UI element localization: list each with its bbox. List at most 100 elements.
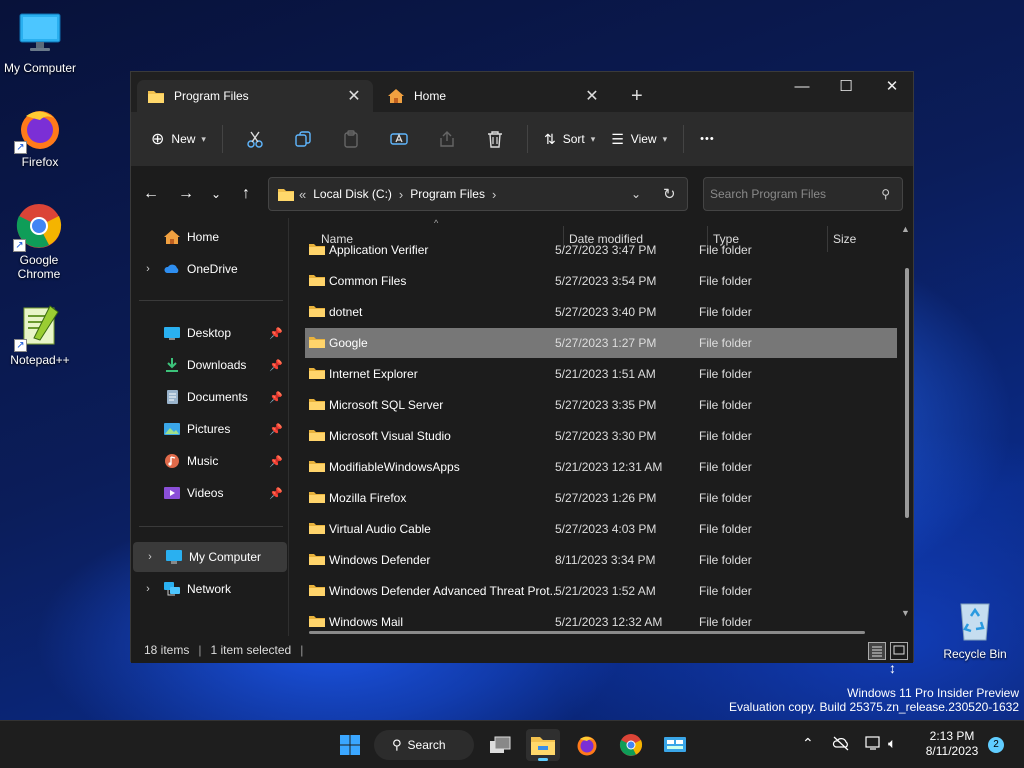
file-row[interactable]: Virtual Audio Cable 5/27/2023 4:03 PM File… — [305, 514, 897, 544]
nav-item-pictures[interactable]: Pictures 📌 — [131, 414, 287, 444]
file-row[interactable]: ModifiableWindowsApps 5/21/2023 12:31 AM F… — [305, 452, 897, 482]
copy-button[interactable] — [287, 121, 319, 157]
taskbar-control-panel[interactable] — [658, 729, 692, 761]
taskbar-chrome[interactable] — [614, 729, 648, 761]
nav-item-desktop[interactable]: Desktop 📌 — [131, 318, 287, 348]
file-row[interactable]: Windows Defender 8/11/2023 3:34 PM File fo… — [305, 545, 897, 575]
new-button[interactable]: ⊕ New ▾ — [143, 121, 214, 157]
task-view-button[interactable] — [483, 729, 517, 761]
nav-item-videos[interactable]: Videos 📌 — [131, 478, 287, 508]
nav-item-music[interactable]: Music 📌 — [131, 446, 287, 476]
back-button[interactable]: ← — [139, 184, 163, 204]
search-box[interactable]: ⚲ — [703, 177, 903, 211]
file-row[interactable]: Microsoft SQL Server 5/27/2023 3:35 PM Fil… — [305, 390, 897, 420]
file-row[interactable]: Internet Explorer 5/21/2023 1:51 AM File f… — [305, 359, 897, 389]
file-name-cell: Google — [309, 328, 559, 358]
scroll-down-arrow[interactable]: ▼ — [901, 608, 910, 618]
paste-button[interactable] — [335, 121, 367, 157]
file-row[interactable]: Mozilla Firefox 5/27/2023 1:26 PM File fol… — [305, 483, 897, 513]
desktop-icon-recycle-bin[interactable]: Recycle Bin — [935, 596, 1015, 661]
cloud-offline-icon[interactable] — [832, 735, 850, 754]
sort-button[interactable]: ⇅ Sort ▾ — [536, 121, 603, 157]
pin-icon: 📌 — [269, 359, 283, 372]
start-button[interactable] — [333, 729, 367, 761]
breadcrumb-chevron-icon[interactable]: › — [492, 187, 496, 202]
folder-icon — [309, 298, 325, 317]
forward-button[interactable]: → — [174, 184, 198, 204]
clipboard-icon — [344, 130, 358, 148]
nav-item-my-computer[interactable]: › My Computer — [133, 542, 287, 572]
breadcrumb-program-files[interactable]: Program Files — [410, 187, 485, 201]
address-overflow[interactable]: « — [299, 187, 306, 202]
file-date-modified: 5/27/2023 4:03 PM — [555, 522, 657, 536]
breadcrumb-local-disk[interactable]: Local Disk (C:) — [313, 187, 392, 201]
large-icons-view-button[interactable] — [890, 642, 908, 660]
file-row[interactable]: Application Verifier 5/27/2023 3:47 PM Fil… — [305, 235, 897, 265]
more-options-button[interactable]: ••• — [692, 121, 723, 157]
file-name-cell: Microsoft Visual Studio — [309, 421, 559, 451]
music-note-icon — [163, 453, 181, 469]
expand-chevron-icon[interactable]: › — [143, 551, 157, 563]
search-input[interactable] — [710, 187, 870, 201]
nav-item-label: Downloads — [187, 358, 247, 372]
network-status-icon[interactable] — [864, 735, 882, 754]
file-row[interactable]: Microsoft Visual Studio 5/27/2023 3:30 PM… — [305, 421, 897, 451]
scroll-up-arrow[interactable]: ▲ — [901, 224, 910, 234]
address-history-icon[interactable]: ⌄ — [631, 187, 641, 201]
tab-label: Home — [414, 89, 447, 103]
taskbar-search-button[interactable]: ⚲ Search — [374, 730, 474, 760]
new-tab-button[interactable]: + — [631, 86, 643, 106]
nav-item-network[interactable]: › Network — [131, 574, 287, 604]
file-name: Virtual Audio Cable — [329, 522, 431, 536]
view-button[interactable]: ☰ View ▾ — [603, 121, 675, 157]
file-row[interactable]: Google 5/27/2023 1:27 PM File folder — [305, 328, 897, 358]
file-name-cell: Windows Defender Advanced Threat Prot... — [309, 576, 559, 606]
share-button[interactable] — [431, 121, 463, 157]
up-button[interactable]: ↑ — [234, 184, 258, 204]
show-hidden-icons-button[interactable]: ⌃ — [802, 735, 814, 752]
volume-icon[interactable]: 🔈︎ — [888, 735, 896, 752]
expand-chevron-icon[interactable]: › — [141, 263, 155, 275]
taskbar-file-explorer[interactable] — [526, 729, 560, 761]
details-view-button[interactable] — [868, 642, 886, 660]
tab-close-icon[interactable]: ✕ — [583, 86, 601, 106]
address-bar[interactable]: « Local Disk (C:) › Program Files › ⌄ ↻ — [268, 177, 688, 211]
file-date-modified: 5/27/2023 3:54 PM — [555, 274, 657, 288]
desktop-icon-chrome[interactable]: ↗ Google Chrome — [0, 202, 78, 281]
desktop-icon-firefox[interactable]: ↗ Firefox — [0, 104, 80, 169]
expand-chevron-icon[interactable]: › — [141, 583, 155, 595]
delete-button[interactable] — [479, 121, 511, 157]
file-row[interactable]: dotnet 5/27/2023 3:40 PM File folder — [305, 297, 897, 327]
notification-badge[interactable]: 2 — [988, 737, 1004, 753]
tab-label: Program Files — [174, 89, 249, 103]
desktop-icon-my-computer[interactable]: My Computer — [0, 10, 80, 75]
vertical-scrollbar-thumb[interactable] — [905, 268, 909, 518]
file-date-modified: 5/27/2023 3:30 PM — [555, 429, 657, 443]
folder-icon — [277, 186, 295, 202]
breadcrumb-chevron-icon[interactable]: › — [399, 187, 403, 202]
close-button[interactable]: ✕ — [869, 72, 915, 104]
tab-close-icon[interactable]: ✕ — [345, 86, 363, 106]
file-row[interactable]: Windows Defender Advanced Threat Prot...… — [305, 576, 897, 606]
file-name: Internet Explorer — [329, 367, 418, 381]
tab-home[interactable]: Home ✕ — [377, 80, 611, 112]
refresh-icon[interactable]: ↻ — [663, 185, 676, 203]
nav-item-label: Network — [187, 582, 232, 596]
desktop-icon-notepad-plus-plus[interactable]: ↗ Notepad++ — [0, 302, 80, 367]
tab-program-files[interactable]: Program Files ✕ — [137, 80, 373, 112]
large-icons-view-icon — [893, 645, 905, 655]
rename-button[interactable] — [383, 121, 415, 157]
more-options-icon: ••• — [700, 133, 715, 145]
minimize-button[interactable]: — — [779, 72, 825, 104]
file-row[interactable]: Common Files 5/27/2023 3:54 PM File folder — [305, 266, 897, 296]
cut-button[interactable] — [239, 121, 271, 157]
nav-item-onedrive[interactable]: › OneDrive — [131, 254, 287, 284]
taskbar-firefox[interactable] — [570, 729, 604, 761]
nav-item-home[interactable]: Home — [131, 222, 287, 252]
system-clock[interactable]: 2:13 PM 8/11/2023 — [916, 729, 988, 759]
recent-locations-button[interactable]: ⌄ — [204, 184, 228, 204]
horizontal-scrollbar-thumb[interactable] — [309, 631, 865, 634]
nav-item-documents[interactable]: Documents 📌 — [131, 382, 287, 412]
maximize-button[interactable]: ☐ — [823, 72, 869, 104]
nav-item-downloads[interactable]: Downloads 📌 — [131, 350, 287, 380]
